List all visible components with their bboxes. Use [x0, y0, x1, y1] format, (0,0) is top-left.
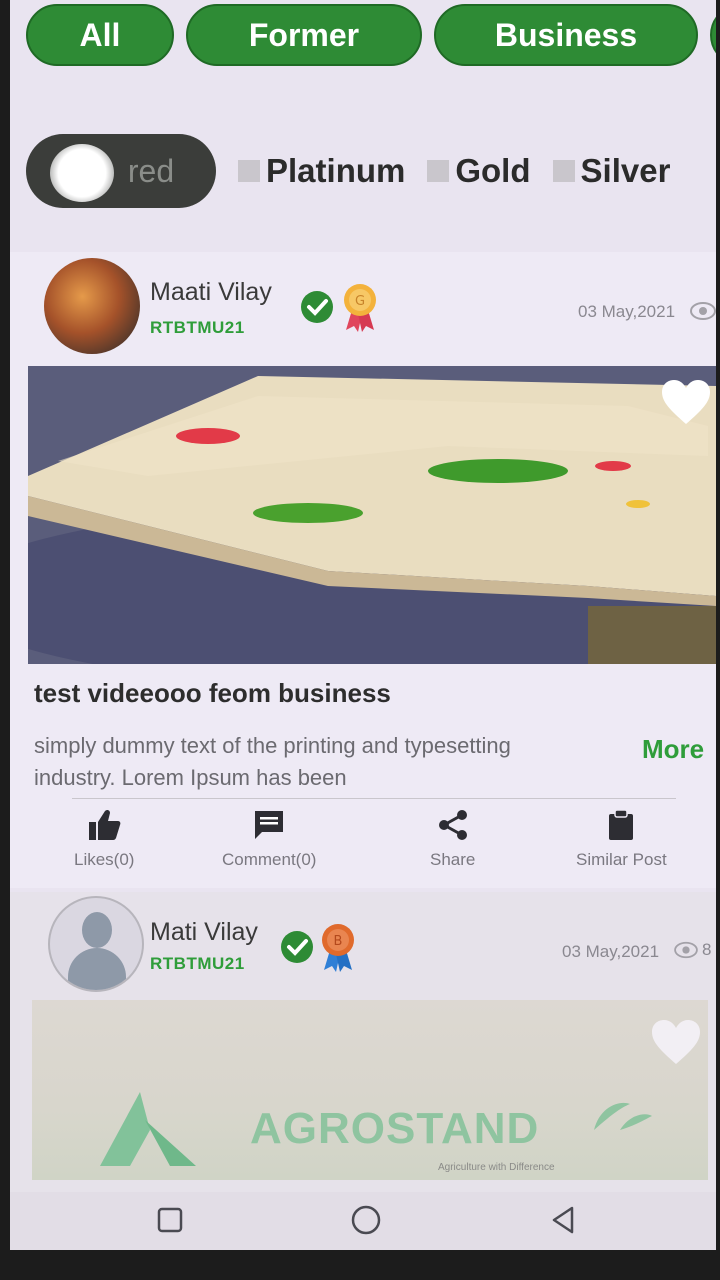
post-date: 03 May,2021 [578, 302, 676, 321]
divider [72, 798, 676, 799]
eye-icon [674, 941, 698, 959]
author-code: RTBTMU21 [150, 954, 245, 973]
flatbread-photo [28, 366, 716, 664]
tab-business[interactable]: Business [434, 4, 698, 66]
avatar-body [68, 948, 126, 990]
post-image[interactable]: AGROSTAND Agriculture with Difference [32, 1000, 708, 1180]
post-description: simply dummy text of the printing and ty… [34, 733, 511, 790]
more-link[interactable]: More [642, 734, 704, 765]
similar-post-label: Similar Post [576, 850, 667, 869]
post-actions: Likes(0) Comment(0) Share Similar Post [10, 808, 716, 878]
comment-icon [255, 811, 284, 839]
leaf-icon [594, 1102, 652, 1130]
screen-glare [50, 144, 114, 202]
views-value: 8 [702, 940, 712, 959]
filter-featured[interactable]: red [26, 134, 216, 208]
filter-silver-label: Silver [580, 152, 671, 189]
view-count: 8 [674, 940, 711, 960]
post-card[interactable]: Mati Vilay RTBTMU21 B 03 May,2021 8 AGRO… [10, 892, 716, 1192]
share-label: Share [430, 850, 476, 869]
filter-silver[interactable]: Silver [552, 152, 671, 190]
comment-button[interactable]: Comment(0) [222, 808, 316, 870]
checkbox-icon [552, 160, 575, 182]
post-image[interactable] [28, 366, 716, 664]
heart-icon[interactable] [660, 378, 712, 426]
membership-filters: red Platinum Gold Silver [26, 134, 670, 208]
avatar[interactable] [48, 896, 144, 992]
filter-gold[interactable]: Gold [427, 152, 531, 190]
system-nav-bar [10, 1192, 716, 1250]
filter-gold-label: Gold [455, 152, 531, 189]
checkbox-icon [427, 160, 450, 182]
home-circle-icon[interactable] [348, 1202, 384, 1238]
clipboard-icon [609, 809, 634, 840]
tab-former[interactable]: Former [186, 4, 422, 66]
agrostand-logo-icon [100, 1092, 196, 1166]
avatar-head [82, 912, 112, 948]
verified-check-icon [281, 931, 313, 963]
tab-all[interactable]: All [26, 4, 174, 66]
brand-tagline: Agriculture with Difference [438, 1162, 555, 1173]
brand-name: AGROSTAND [250, 1104, 540, 1153]
post-title[interactable]: test videeooo feom business [34, 678, 391, 709]
recents-square-icon[interactable] [152, 1202, 188, 1238]
share-icon [438, 810, 467, 840]
medal-icon: B [322, 924, 354, 972]
app-screen: All Former Business red Platinum Gold Si… [10, 0, 716, 1250]
heart-icon[interactable] [650, 1018, 702, 1066]
post-card[interactable]: Maati Vilay RTBTMU21 G 03 May,2021 test … [10, 252, 716, 888]
medal-letter: B [334, 934, 343, 949]
back-triangle-icon[interactable] [546, 1202, 582, 1238]
author-name[interactable]: Maati Vilay [150, 278, 272, 307]
category-tabs: All Former Business [26, 4, 716, 66]
author-name[interactable]: Mati Vilay [150, 918, 258, 947]
share-button[interactable]: Share [430, 808, 475, 870]
comment-label: Comment(0) [222, 850, 317, 869]
eye-icon [690, 302, 716, 320]
medal-icon: G [344, 284, 376, 332]
likes-label: Likes(0) [74, 850, 135, 869]
filter-platinum[interactable]: Platinum [238, 152, 405, 190]
author-code: RTBTMU21 [150, 318, 245, 337]
tab-more[interactable] [710, 4, 716, 66]
similar-post-button[interactable]: Similar Post [576, 808, 667, 870]
thumbs-up-icon [89, 809, 121, 840]
avatar[interactable] [44, 258, 140, 354]
medal-letter: G [355, 294, 365, 309]
filter-platinum-label: Platinum [266, 152, 406, 189]
like-button[interactable]: Likes(0) [74, 808, 134, 870]
verified-check-icon [301, 291, 333, 323]
post-date: 03 May,2021 [562, 942, 660, 961]
checkbox-icon [238, 160, 260, 182]
